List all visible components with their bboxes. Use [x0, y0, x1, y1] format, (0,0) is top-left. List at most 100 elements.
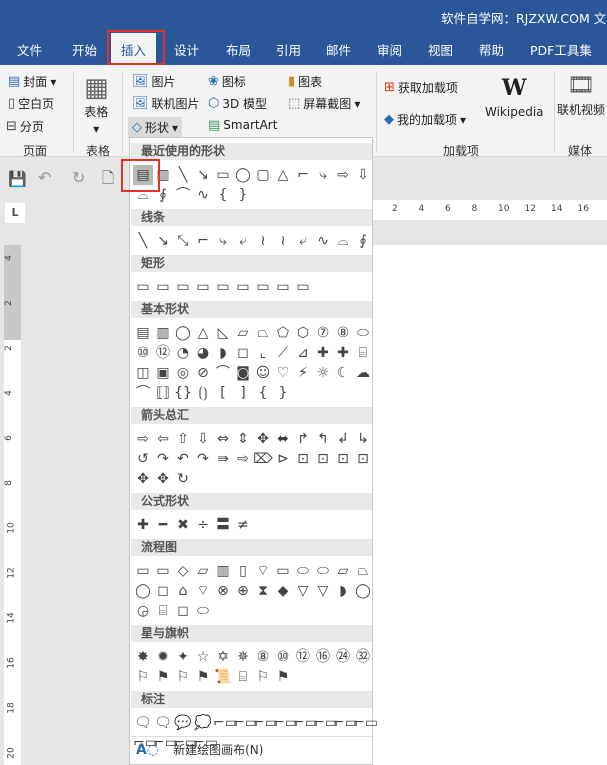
shape-button[interactable]: ✚ — [133, 515, 153, 535]
shape-button[interactable]: { — [253, 383, 273, 403]
shape-button[interactable]: ⑩ — [273, 647, 293, 667]
shape-button[interactable]: △ — [273, 165, 293, 185]
shape-button[interactable]: ⇕ — [233, 429, 253, 449]
shape-button[interactable]: ⇦ — [153, 429, 173, 449]
shape-button[interactable]: ⇩ — [193, 429, 213, 449]
shape-button[interactable]: ✥ — [153, 469, 173, 489]
shape-button[interactable]: ⏢ — [353, 561, 373, 581]
shape-button[interactable]: 💬 — [173, 713, 193, 733]
tab-file[interactable]: 文件 — [17, 40, 42, 59]
shape-button[interactable]: ⊿ — [293, 343, 313, 363]
shape-button[interactable]: ⌐▭ — [233, 713, 258, 733]
shape-button[interactable]: ↲ — [333, 429, 353, 449]
shape-button[interactable]: 🗨 — [153, 713, 173, 733]
chart-button[interactable]: ▮ 图表 — [288, 73, 322, 90]
shape-button[interactable]: ↺ — [133, 449, 153, 469]
shape-button[interactable]: ✥ — [253, 429, 273, 449]
undo-icon[interactable]: ↶ — [38, 168, 51, 187]
shape-button[interactable]: ◇ — [173, 561, 193, 581]
shape-button[interactable]: ▭ — [233, 277, 253, 297]
shape-button[interactable]: ⚑ — [193, 667, 213, 687]
shape-button[interactable]: ⊡ — [293, 449, 313, 469]
shape-button[interactable]: ✹ — [153, 647, 173, 667]
shape-button[interactable]: 〓 — [213, 515, 233, 535]
shape-button[interactable]: ⑯ — [313, 647, 333, 667]
shape-button[interactable]: ✚ — [313, 343, 333, 363]
shape-button[interactable]: ⬭ — [313, 561, 333, 581]
shape-button[interactable]: ⌔ — [253, 561, 273, 581]
3d-model-button[interactable]: ⬡ 3D 模型 — [208, 95, 267, 112]
shape-button[interactable]: ✖ — [173, 515, 193, 535]
shape-button[interactable]: ↻ — [173, 469, 193, 489]
shape-button[interactable]: ⤷ — [213, 231, 233, 251]
shape-button[interactable]: ╲ — [133, 231, 153, 251]
shape-button[interactable]: ⚑ — [153, 667, 173, 687]
shape-button[interactable]: ☺ — [253, 363, 273, 383]
shape-button[interactable]: ⌒ — [173, 185, 193, 205]
shape-button[interactable]: ▭ — [133, 561, 153, 581]
shape-button[interactable]: ↷ — [153, 449, 173, 469]
shape-button[interactable]: ⤷ — [313, 165, 333, 185]
shape-button[interactable]: ▽ — [313, 581, 333, 601]
online-picture-button[interactable]: 🖼 联机图片 — [132, 95, 200, 112]
shape-button[interactable]: 💭 — [193, 713, 213, 733]
tab-layout[interactable]: 布局 — [226, 40, 251, 59]
shape-button[interactable]: ▭ — [153, 561, 173, 581]
save-icon[interactable]: 💾 — [8, 170, 27, 188]
shape-button[interactable]: ⌂ — [173, 581, 193, 601]
shape-button[interactable]: ▭ — [293, 277, 313, 297]
shape-button[interactable]: ▯ — [233, 561, 253, 581]
document-page[interactable] — [372, 245, 607, 765]
shape-button[interactable]: ⌐▭ — [133, 733, 158, 753]
online-video-button[interactable]: 🎞 联机视频 — [557, 75, 605, 118]
shape-button[interactable]: ◯ — [353, 581, 373, 601]
shape-button[interactable]: ⊳ — [273, 449, 293, 469]
tab-mailings[interactable]: 邮件 — [326, 40, 351, 59]
shape-button[interactable]: ↰ — [313, 429, 333, 449]
shape-button[interactable]: ⌐▭ — [253, 713, 278, 733]
shape-button[interactable]: △ — [193, 323, 213, 343]
shape-button[interactable]: ☁ — [353, 363, 373, 383]
shape-button[interactable]: 📜 — [213, 667, 233, 687]
shape-button[interactable]: ◙ — [233, 363, 253, 383]
shape-button[interactable]: ⌐▭ — [293, 713, 318, 733]
shape-button[interactable]: ◎ — [173, 363, 193, 383]
shape-button[interactable]: ⊗ — [213, 581, 233, 601]
shape-button[interactable]: ⤶ — [233, 231, 253, 251]
shape-button[interactable]: ▥ — [213, 561, 233, 581]
shape-button[interactable]: ⊡ — [333, 449, 353, 469]
smartart-button[interactable]: ▤ SmartArt — [208, 118, 277, 132]
shape-button[interactable]: ⬭ — [193, 601, 213, 621]
shape-button[interactable]: 🗨 — [133, 713, 153, 733]
shape-button[interactable]: ◕ — [193, 343, 213, 363]
shape-button[interactable]: ◆ — [273, 581, 293, 601]
my-addins-button[interactable]: ◆ 我的加载项 ▾ — [384, 111, 466, 128]
shape-button[interactable]: ∮ — [353, 231, 373, 251]
shape-button[interactable]: ≀ — [273, 231, 293, 251]
shape-button[interactable]: ⇩ — [353, 165, 373, 185]
shape-button[interactable]: ⬠ — [273, 323, 293, 343]
shape-button[interactable]: ♡ — [273, 363, 293, 383]
shape-button[interactable]: ▭ — [273, 561, 293, 581]
tab-stop-selector[interactable]: L — [5, 203, 25, 223]
blank-page-button[interactable]: ▯ 空白页 — [8, 95, 54, 112]
shape-button[interactable]: ▱ — [333, 561, 353, 581]
shape-button[interactable]: ✡ — [213, 647, 233, 667]
shape-button[interactable]: ◔ — [173, 343, 193, 363]
shape-button[interactable]: ▭ — [193, 277, 213, 297]
shape-button[interactable]: ⚐ — [253, 667, 273, 687]
new-document-icon[interactable]: 🗋 — [102, 168, 114, 193]
shape-button[interactable]: ▭ — [213, 277, 233, 297]
shape-button[interactable]: ⌓ — [333, 231, 353, 251]
page-break-button[interactable]: ⊟ 分页 — [6, 118, 44, 135]
shape-button[interactable]: ◻ — [153, 581, 173, 601]
shape-button[interactable]: ⌒ — [133, 383, 153, 403]
shape-button[interactable]: ⊕ — [233, 581, 253, 601]
shape-button[interactable]: ✚ — [333, 343, 353, 363]
screenshot-button[interactable]: ⬚ 屏幕截图 ▾ — [288, 95, 360, 112]
shape-button[interactable]: ⇛ — [213, 449, 233, 469]
shape-button[interactable]: ✸ — [133, 647, 153, 667]
shape-button[interactable]: } — [273, 383, 293, 403]
shape-button[interactable]: ◯ — [133, 581, 153, 601]
shape-button[interactable]: ☆ — [193, 647, 213, 667]
